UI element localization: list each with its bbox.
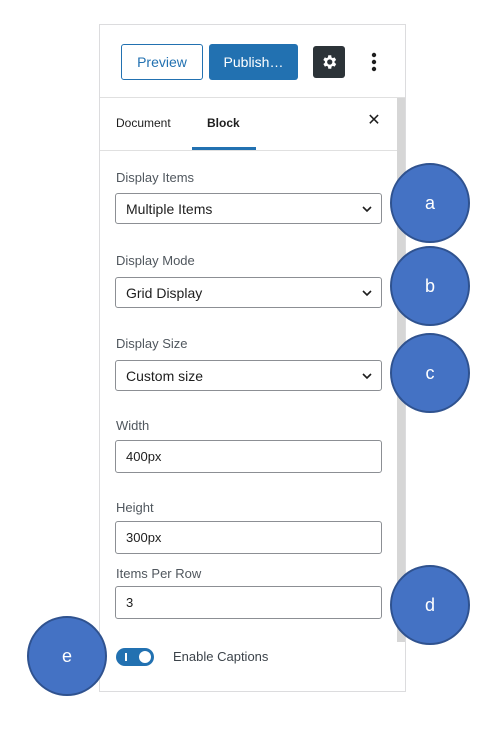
callout-e: e [27, 616, 107, 696]
tab-block[interactable]: Block [207, 116, 240, 130]
publish-button[interactable]: Publish… [209, 44, 298, 80]
editor-toolbar: Preview Publish… [100, 25, 405, 98]
display-mode-label: Display Mode [116, 253, 195, 268]
chevron-down-icon [362, 290, 372, 297]
display-items-value: Multiple Items [126, 200, 213, 217]
enable-captions-toggle[interactable] [116, 648, 154, 666]
tab-document[interactable]: Document [116, 116, 171, 130]
items-per-row-label: Items Per Row [116, 566, 202, 581]
display-size-label: Display Size [116, 336, 188, 351]
items-per-row-input[interactable]: 3 [115, 586, 382, 619]
callout-c: c [390, 333, 470, 413]
callout-d: d [390, 565, 470, 645]
kebab-icon [371, 52, 377, 72]
display-size-select[interactable]: Custom size [115, 360, 382, 391]
enable-captions-label: Enable Captions [173, 649, 269, 664]
width-label: Width [116, 418, 150, 433]
settings-button[interactable] [313, 46, 345, 78]
display-items-select[interactable]: Multiple Items [115, 193, 382, 224]
close-icon[interactable]: ✕ [366, 112, 382, 130]
height-input[interactable]: 300px [115, 521, 382, 554]
display-items-label: Display Items [116, 170, 195, 185]
sidebar-tabs: Document Block ✕ [100, 98, 397, 151]
active-tab-indicator [192, 147, 256, 150]
more-options-button[interactable] [364, 46, 384, 78]
callout-a: a [390, 163, 470, 243]
chevron-down-icon [362, 206, 372, 213]
display-mode-select[interactable]: Grid Display [115, 277, 382, 308]
display-mode-value: Grid Display [126, 284, 203, 301]
preview-button[interactable]: Preview [121, 44, 203, 80]
height-label: Height [116, 500, 154, 515]
toggle-on-mark [125, 653, 127, 661]
width-input[interactable]: 400px [115, 440, 382, 473]
gear-icon [323, 55, 337, 69]
callout-b: b [390, 246, 470, 326]
chevron-down-icon [362, 373, 372, 380]
display-size-value: Custom size [126, 367, 204, 384]
toggle-knob [139, 651, 151, 663]
